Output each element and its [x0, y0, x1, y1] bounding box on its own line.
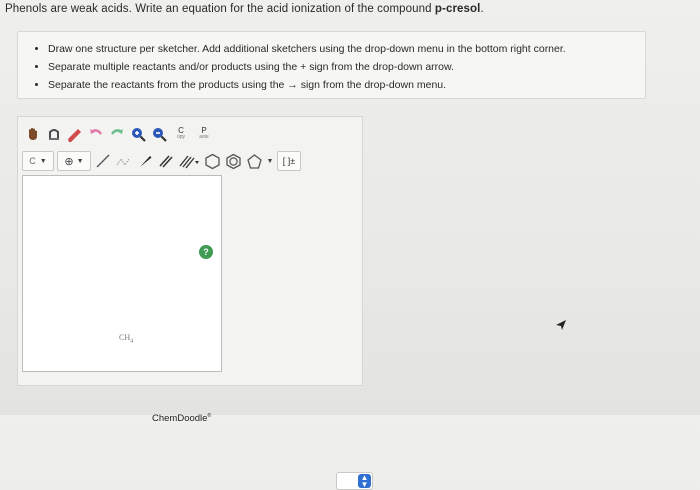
plus-circle-icon: ⊕: [64, 155, 74, 168]
instruction-item: Separate the reactants from the products…: [48, 76, 645, 94]
element-select[interactable]: C ▼: [22, 151, 54, 171]
zoom-in-icon[interactable]: [129, 124, 147, 144]
triple-bond-icon[interactable]: [178, 151, 200, 171]
cyclopentane-icon[interactable]: [245, 151, 263, 171]
help-icon[interactable]: ?: [199, 245, 213, 259]
erase-icon[interactable]: [66, 124, 84, 144]
wedge-bond-icon[interactable]: [136, 151, 154, 171]
zoom-out-icon[interactable]: [150, 124, 168, 144]
undo-icon[interactable]: [87, 124, 105, 144]
lasso-icon[interactable]: [45, 124, 63, 144]
double-bond-icon[interactable]: [157, 151, 175, 171]
bracket-charge-button[interactable]: [ ]±: [277, 151, 301, 171]
single-bond-icon[interactable]: [94, 151, 112, 171]
charge-select[interactable]: ⊕ ▼: [57, 151, 91, 171]
instruction-item: Separate multiple reactants and/or produ…: [48, 58, 645, 76]
benzene-ring-icon[interactable]: [203, 151, 221, 171]
pan-hand-icon[interactable]: [24, 124, 42, 144]
drawing-canvas[interactable]: ? CH4 ChemDoodle®: [22, 175, 222, 424]
sketcher-panel: C opy P aste C ▼ ⊕ ▼ ▼ []± ? CH4 ChemDo…: [17, 116, 373, 490]
sketcher-toolbar-top: C opy P aste: [24, 123, 214, 145]
updown-arrow-icon: ▲ ▼: [358, 474, 371, 489]
sketcher-toolbar-bottom: C ▼ ⊕ ▼ ▼ [ ]±: [22, 150, 301, 172]
instruction-item: Draw one structure per sketcher. Add add…: [48, 40, 645, 58]
chevron-down-icon: ▼: [39, 157, 47, 165]
chain-icon[interactable]: [115, 151, 133, 171]
paste-button[interactable]: P aste: [194, 124, 214, 144]
redo-icon[interactable]: [108, 124, 126, 144]
add-sketcher-dropdown[interactable]: ▲ ▼: [336, 472, 373, 490]
cyclohexane-icon[interactable]: [224, 151, 242, 171]
copy-button[interactable]: C opy: [171, 124, 191, 144]
placeholder-formula: CH4: [119, 333, 134, 345]
chevron-down-icon: ▼: [76, 157, 84, 165]
mouse-cursor-icon: [555, 318, 567, 336]
chevron-down-icon[interactable]: ▼: [266, 151, 274, 171]
question-text: Phenols are weak acids. Write an equatio…: [5, 3, 484, 15]
instructions-list: Draw one structure per sketcher. Add add…: [18, 40, 645, 94]
compound-name: p-cresol: [434, 3, 481, 15]
instructions-box: Draw one structure per sketcher. Add add…: [17, 31, 646, 99]
